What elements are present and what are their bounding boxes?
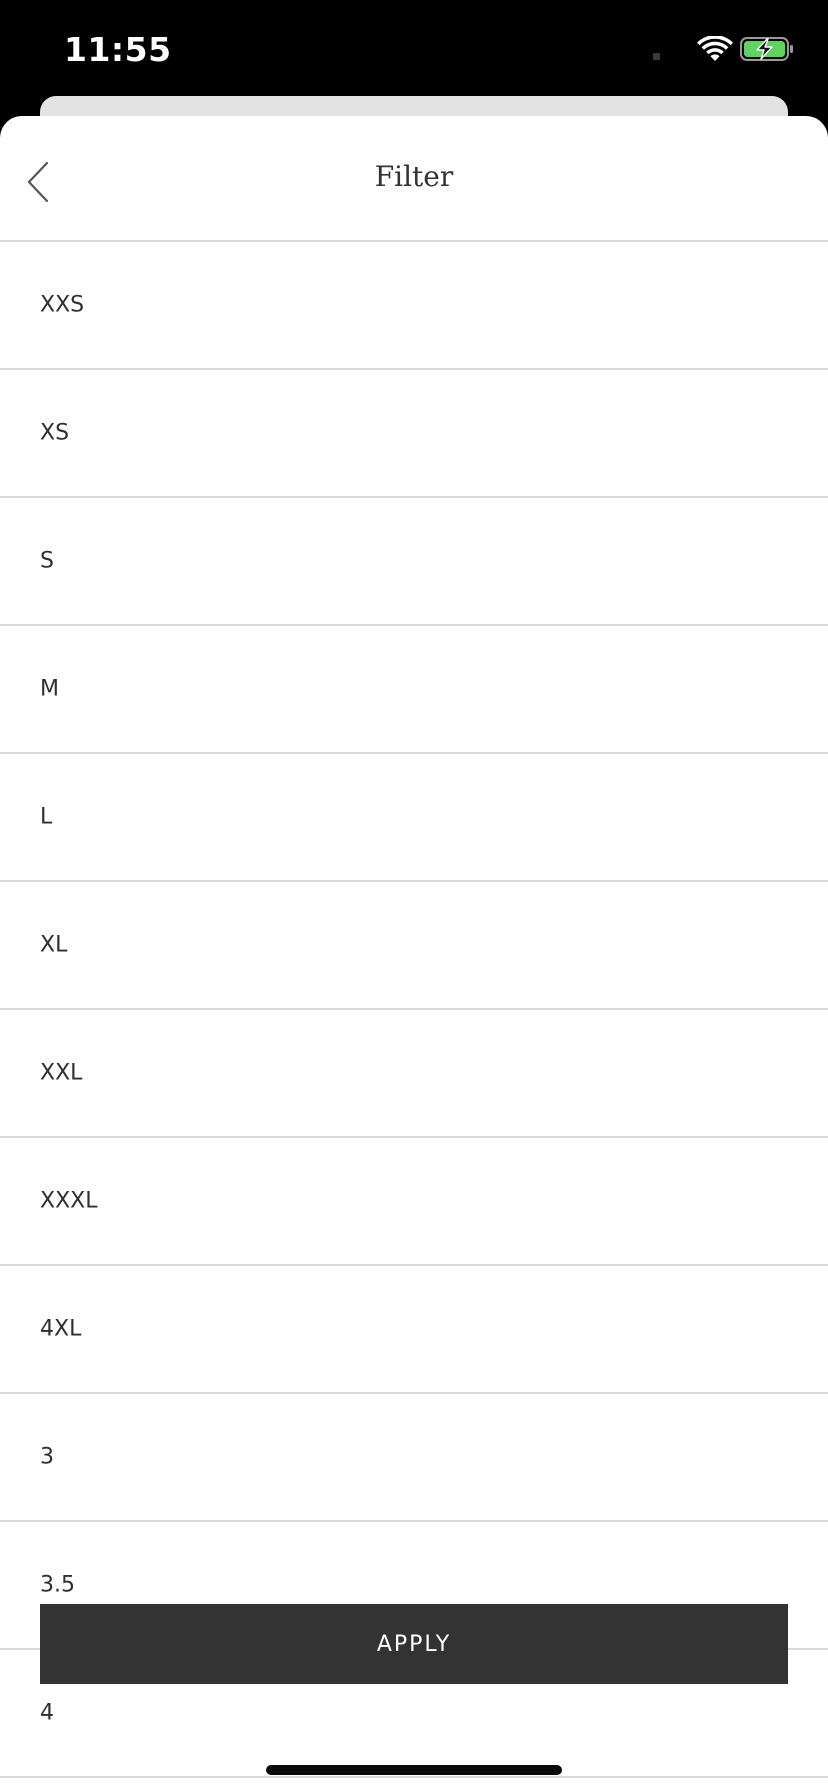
size-option-row[interactable]: XXS <box>0 242 828 370</box>
size-option-label: 4XL <box>40 1316 82 1342</box>
nav-bar: Filter <box>0 116 828 242</box>
battery-charging-icon <box>740 37 793 61</box>
size-option-row[interactable]: L <box>0 754 828 882</box>
home-indicator <box>266 1765 562 1775</box>
size-option-label: M <box>40 676 59 702</box>
apply-button[interactable]: APPLY <box>40 1604 788 1684</box>
size-option-row[interactable]: XL <box>0 882 828 1010</box>
size-options-list: XXS XS S M L XL XXL XXXL 4XL 3 3.5 4 <box>0 242 828 1778</box>
size-option-label: 4 <box>40 1700 54 1726</box>
filter-sheet: Filter XXS XS S M L XL XXL XXXL 4XL 3 3.… <box>0 116 828 1792</box>
status-time: 11:55 <box>64 30 172 69</box>
size-option-row[interactable]: XXL <box>0 1010 828 1138</box>
size-option-label: XL <box>40 932 68 958</box>
size-option-label: 3.5 <box>40 1572 75 1598</box>
wifi-icon <box>697 36 733 61</box>
size-option-label: XXL <box>40 1060 83 1086</box>
size-option-row[interactable]: 4XL <box>0 1266 828 1394</box>
size-option-label: 3 <box>40 1444 54 1470</box>
page-title: Filter <box>374 160 454 193</box>
size-option-label: XXXL <box>40 1188 98 1214</box>
status-bar: 11:55 <box>0 0 828 100</box>
size-option-row[interactable]: S <box>0 498 828 626</box>
size-option-label: S <box>40 548 54 574</box>
size-option-row[interactable]: 3 <box>0 1394 828 1522</box>
size-option-label: XXS <box>40 292 85 318</box>
size-option-row[interactable]: XXXL <box>0 1138 828 1266</box>
size-option-row[interactable]: XS <box>0 370 828 498</box>
camera-indicator-dot <box>653 53 660 60</box>
size-option-row[interactable]: M <box>0 626 828 754</box>
size-option-label: XS <box>40 420 70 446</box>
size-option-label: L <box>40 804 53 830</box>
